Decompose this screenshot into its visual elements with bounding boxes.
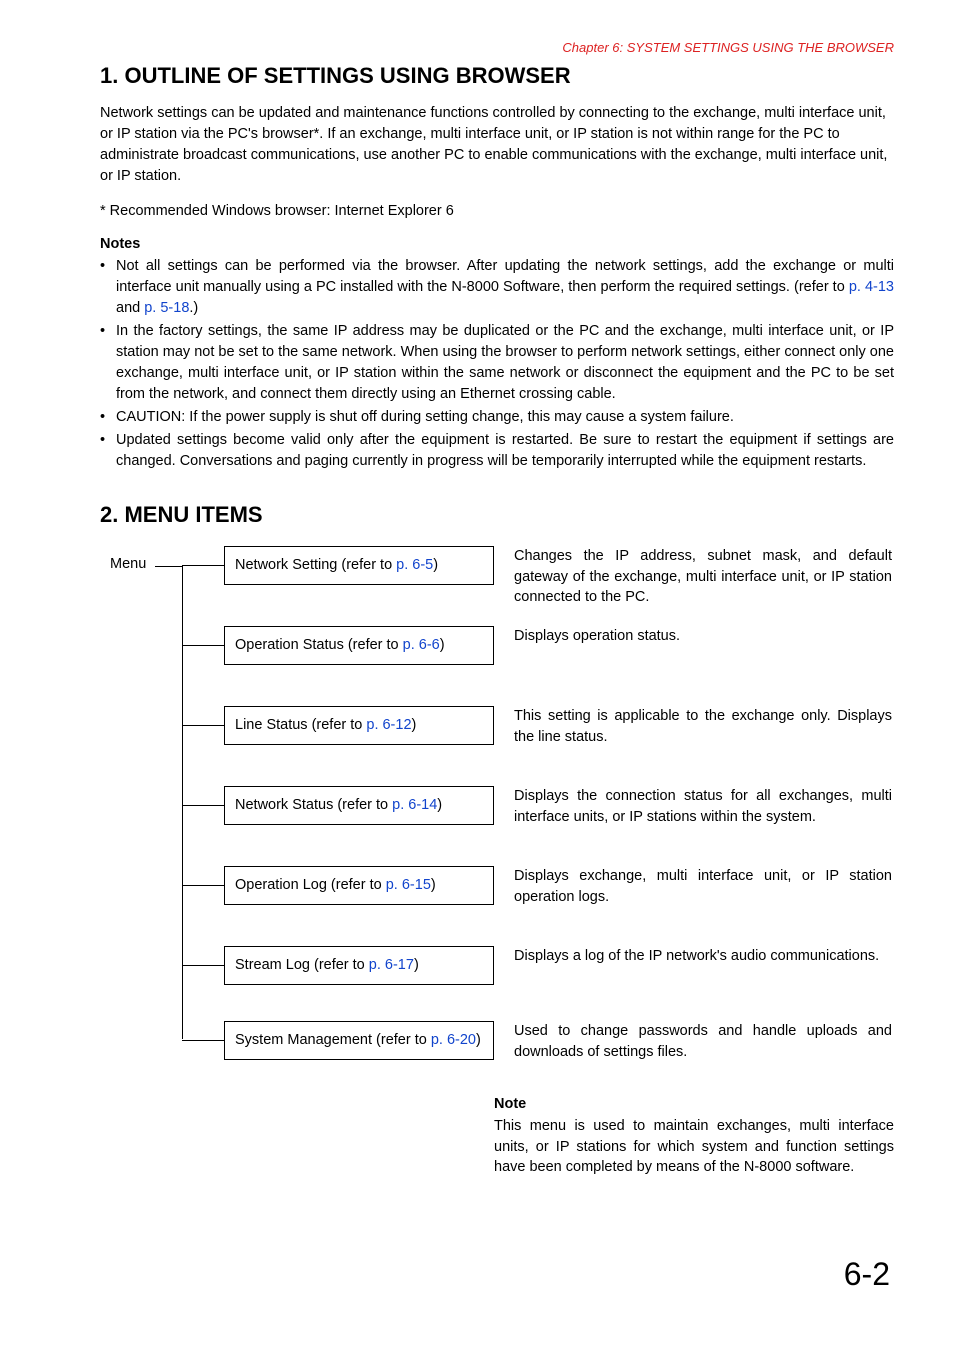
page-link[interactable]: p. 6-20 [431,1032,476,1048]
menu-item-box: Operation Status (refer to p. 6-6) [224,626,494,665]
note-item: Not all settings can be performed via th… [100,256,894,319]
menu-item-box: Network Status (refer to p. 6-14) [224,786,494,825]
tree-line [182,1040,224,1041]
notes-heading: Notes [100,236,894,252]
tree-line [182,725,224,726]
menu-item-label: ) [414,957,419,973]
page-link[interactable]: p. 6-12 [366,717,411,733]
menu-item-label: ) [437,797,442,813]
tree-line [182,885,224,886]
menu-item-row: Operation Log (refer to p. 6-15) Display… [182,866,892,907]
menu-item-label: Network Status (refer to [235,797,392,813]
tree-line [182,965,224,966]
section1-heading: 1. OUTLINE OF SETTINGS USING BROWSER [100,63,894,89]
menu-item-desc: Displays operation status. [494,626,892,646]
menu-item-label: Operation Log (refer to [235,877,386,893]
menu-note-body: This menu is used to maintain exchanges,… [494,1116,894,1177]
page-link[interactable]: p. 6-6 [403,637,440,653]
menu-item-desc: Displays a log of the IP network's audio… [494,946,892,966]
menu-item-label: Line Status (refer to [235,717,366,733]
menu-item-box: Network Setting (refer to p. 6-5) [224,546,494,585]
menu-item-label: ) [412,717,417,733]
menu-item-label: ) [433,557,438,573]
menu-item-row: Operation Status (refer to p. 6-6) Displ… [182,626,892,665]
menu-item-desc: Used to change passwords and handle uplo… [494,1021,892,1062]
menu-item-row: Line Status (refer to p. 6-12) This sett… [182,706,892,747]
page-link[interactable]: p. 6-17 [369,957,414,973]
menu-item-box: Line Status (refer to p. 6-12) [224,706,494,745]
page-link[interactable]: p. 6-15 [386,877,431,893]
section2-heading: 2. MENU ITEMS [100,502,894,528]
menu-item-label: System Management (refer to [235,1032,431,1048]
menu-item-desc: Changes the IP address, subnet mask, and… [494,546,892,607]
page-link[interactable]: p. 6-5 [396,557,433,573]
menu-root-label: Menu [110,556,146,572]
menu-item-label: ) [440,637,445,653]
menu-tree: Menu Network Setting (refer to p. 6-5) C… [100,546,894,1166]
tree-line [182,645,224,646]
menu-item-label: Stream Log (refer to [235,957,369,973]
menu-item-box: Operation Log (refer to p. 6-15) [224,866,494,905]
notes-list: Not all settings can be performed via th… [100,256,894,472]
menu-note-heading: Note [494,1096,894,1112]
menu-item-desc: This setting is applicable to the exchan… [494,706,892,747]
document-page: Chapter 6: SYSTEM SETTINGS USING THE BRO… [0,0,954,1333]
recommended-browser: * Recommended Windows browser: Internet … [100,201,894,222]
page-link[interactable]: p. 5-18 [144,300,189,316]
menu-item-label: Operation Status (refer to [235,637,403,653]
page-number: 6-2 [100,1256,894,1293]
menu-item-box: Stream Log (refer to p. 6-17) [224,946,494,985]
menu-item-row: Network Setting (refer to p. 6-5) Change… [182,546,892,607]
menu-item-row: System Management (refer to p. 6-20) Use… [182,1021,892,1062]
section1-intro: Network settings can be updated and main… [100,103,894,187]
menu-item-desc: Displays exchange, multi interface unit,… [494,866,892,907]
page-link[interactable]: p. 6-14 [392,797,437,813]
menu-item-label: ) [476,1032,481,1048]
menu-item-box: System Management (refer to p. 6-20) [224,1021,494,1060]
page-link[interactable]: p. 4-13 [849,279,894,295]
menu-item-desc: Displays the connection status for all e… [494,786,892,827]
tree-line [182,565,224,566]
tree-line [155,566,183,567]
note-text: Not all settings can be performed via th… [116,258,894,295]
menu-item-row: Stream Log (refer to p. 6-17) Displays a… [182,946,892,985]
note-item: CAUTION: If the power supply is shut off… [100,407,894,428]
note-item: Updated settings become valid only after… [100,430,894,472]
tree-line [182,805,224,806]
note-item: In the factory settings, the same IP add… [100,321,894,405]
note-text: .) [189,300,198,316]
menu-item-row: Network Status (refer to p. 6-14) Displa… [182,786,892,827]
menu-note: Note This menu is used to maintain excha… [494,1096,894,1177]
menu-item-label: ) [431,877,436,893]
note-text: and [116,300,144,316]
menu-item-label: Network Setting (refer to [235,557,396,573]
chapter-header: Chapter 6: SYSTEM SETTINGS USING THE BRO… [100,40,894,55]
